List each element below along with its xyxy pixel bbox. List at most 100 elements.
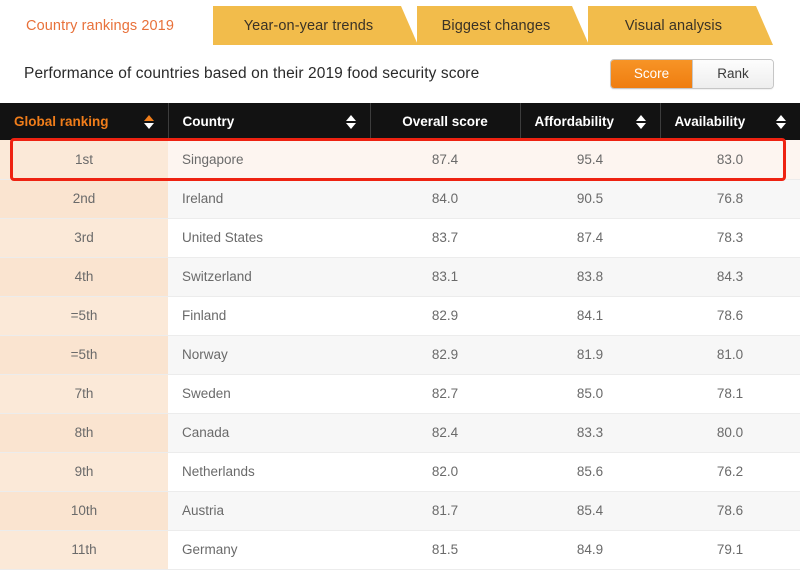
cell-overall-score: 82.7 (370, 374, 520, 414)
table-body: 1st Singapore 87.4 95.4 83.0 2nd Ireland 84.0 90… (0, 140, 800, 570)
cell-country: Canada (168, 413, 370, 453)
cell-affordability: 83.8 (520, 257, 660, 297)
column-header-availability-label: Availability (674, 114, 746, 129)
cell-overall-score: 82.9 (370, 296, 520, 336)
tab-label: Country rankings 2019 (26, 17, 174, 34)
column-header-overall-score[interactable]: Overall score (370, 103, 521, 140)
column-header-overall-score-label: Overall score (402, 114, 488, 129)
cell-country: Sweden (168, 374, 370, 414)
table-row[interactable]: =5th Finland 82.9 84.1 78.6 (0, 296, 800, 336)
table-row[interactable]: 3rd United States 83.7 87.4 78.3 (0, 218, 800, 258)
cell-overall-score: 83.1 (370, 257, 520, 297)
cell-global-ranking: 7th (0, 374, 168, 414)
tab-country-rankings-2019[interactable]: Country rankings 2019 (0, 6, 214, 45)
tab-biggest-changes[interactable]: Biggest changes (417, 6, 589, 45)
toggle-rank-button[interactable]: Rank (692, 60, 773, 88)
table-row[interactable]: 2nd Ireland 84.0 90.5 76.8 (0, 179, 800, 219)
tab-bar: Country rankings 2019 Year-on-year trends… (0, 0, 800, 45)
cell-affordability: 85.6 (520, 452, 660, 492)
column-header-country[interactable]: Country (168, 103, 371, 140)
cell-affordability: 87.4 (520, 218, 660, 258)
column-header-affordability[interactable]: Affordability (520, 103, 661, 140)
cell-country: Singapore (168, 140, 370, 180)
cell-affordability: 84.1 (520, 296, 660, 336)
cell-country: Germany (168, 530, 370, 570)
cell-overall-score: 81.5 (370, 530, 520, 570)
cell-availability: 84.3 (660, 257, 800, 297)
table-header: Global ranking Country Overall score Aff… (0, 103, 800, 140)
cell-country: Finland (168, 296, 370, 336)
cell-global-ranking: 2nd (0, 179, 168, 219)
cell-affordability: 81.9 (520, 335, 660, 375)
cell-affordability: 84.9 (520, 530, 660, 570)
column-header-country-label: Country (182, 114, 235, 129)
cell-availability: 81.0 (660, 335, 800, 375)
sort-arrows-country-icon[interactable] (345, 114, 356, 129)
score-rank-toggle[interactable]: Score Rank (610, 59, 774, 89)
cell-overall-score: 84.0 (370, 179, 520, 219)
rankings-table: Global ranking Country Overall score Aff… (0, 103, 800, 570)
cell-availability: 76.8 (660, 179, 800, 219)
cell-global-ranking: 1st (0, 140, 168, 180)
cell-overall-score: 82.0 (370, 452, 520, 492)
cell-country: Norway (168, 335, 370, 375)
cell-global-ranking: 10th (0, 491, 168, 531)
cell-country: Ireland (168, 179, 370, 219)
ranking-app: Country rankings 2019 Year-on-year trends… (0, 0, 800, 579)
cell-overall-score: 82.9 (370, 335, 520, 375)
tab-label: Visual analysis (624, 17, 723, 34)
cell-global-ranking: 11th (0, 530, 168, 570)
cell-affordability: 85.0 (520, 374, 660, 414)
cell-global-ranking: 8th (0, 413, 168, 453)
table-row[interactable]: 9th Netherlands 82.0 85.6 76.2 (0, 452, 800, 492)
cell-availability: 78.1 (660, 374, 800, 414)
cell-global-ranking: 9th (0, 452, 168, 492)
cell-country: Netherlands (168, 452, 370, 492)
cell-country: Switzerland (168, 257, 370, 297)
column-header-affordability-label: Affordability (534, 114, 615, 129)
toggle-score-button[interactable]: Score (611, 60, 692, 88)
cell-overall-score: 87.4 (370, 140, 520, 180)
cell-global-ranking: 3rd (0, 218, 168, 258)
table-row[interactable]: 10th Austria 81.7 85.4 78.6 (0, 491, 800, 531)
cell-affordability: 95.4 (520, 140, 660, 180)
cell-global-ranking: =5th (0, 335, 168, 375)
sort-arrows-availability-icon[interactable] (776, 114, 786, 129)
cell-availability: 78.3 (660, 218, 800, 258)
column-header-availability[interactable]: Availability (660, 103, 800, 140)
rankings-table-wrapper: Global ranking Country Overall score Aff… (0, 103, 800, 570)
cell-affordability: 90.5 (520, 179, 660, 219)
table-header-row: Global ranking Country Overall score Aff… (0, 103, 800, 140)
cell-overall-score: 82.4 (370, 413, 520, 453)
table-row[interactable]: =5th Norway 82.9 81.9 81.0 (0, 335, 800, 375)
tab-year-on-year-trends[interactable]: Year-on-year trends (213, 6, 418, 45)
cell-availability: 78.6 (660, 296, 800, 336)
cell-country: United States (168, 218, 370, 258)
cell-availability: 83.0 (660, 140, 800, 180)
page-title: Performance of countries based on their … (24, 65, 480, 82)
cell-availability: 80.0 (660, 413, 800, 453)
column-header-global-ranking[interactable]: Global ranking (0, 103, 169, 140)
table-row[interactable]: 11th Germany 81.5 84.9 79.1 (0, 530, 800, 570)
tab-label: Biggest changes (441, 17, 551, 34)
sort-arrows-affordability-icon[interactable] (635, 114, 646, 129)
cell-overall-score: 83.7 (370, 218, 520, 258)
cell-global-ranking: =5th (0, 296, 168, 336)
table-row[interactable]: 4th Switzerland 83.1 83.8 84.3 (0, 257, 800, 297)
cell-affordability: 83.3 (520, 413, 660, 453)
cell-global-ranking: 4th (0, 257, 168, 297)
table-row[interactable]: 1st Singapore 87.4 95.4 83.0 (0, 140, 800, 180)
table-row[interactable]: 7th Sweden 82.7 85.0 78.1 (0, 374, 800, 414)
column-header-global-ranking-label: Global ranking (14, 114, 109, 129)
tab-label: Year-on-year trends (243, 17, 374, 34)
cell-availability: 79.1 (660, 530, 800, 570)
table-row[interactable]: 8th Canada 82.4 83.3 80.0 (0, 413, 800, 453)
title-bar: Performance of countries based on their … (0, 45, 800, 103)
cell-affordability: 85.4 (520, 491, 660, 531)
cell-country: Austria (168, 491, 370, 531)
cell-overall-score: 81.7 (370, 491, 520, 531)
sort-arrows-global-ranking-icon[interactable] (143, 114, 154, 129)
cell-availability: 78.6 (660, 491, 800, 531)
tab-visual-analysis[interactable]: Visual analysis (588, 6, 773, 45)
cell-availability: 76.2 (660, 452, 800, 492)
